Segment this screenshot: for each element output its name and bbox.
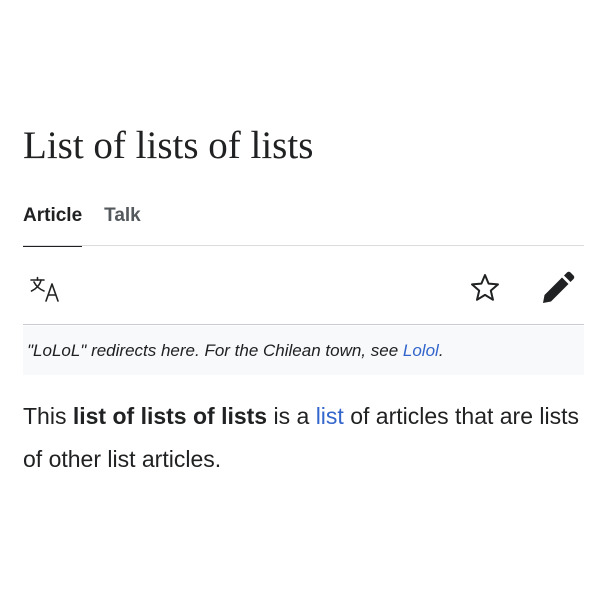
tab-article[interactable]: Article: [23, 202, 83, 247]
lead-text-1: This: [23, 403, 73, 429]
page-tabs: Article Talk: [23, 202, 141, 247]
lead-link-list[interactable]: list: [316, 403, 344, 429]
lead-paragraph: This list of lists of lists is a list of…: [23, 395, 588, 481]
translate-icon[interactable]: [30, 276, 66, 302]
hatnote: "LoLoL" redirects here. For the Chilean …: [23, 326, 584, 375]
star-icon[interactable]: [469, 272, 501, 304]
page-title: List of lists of lists: [23, 124, 314, 167]
hatnote-link-lolol[interactable]: Lolol: [403, 341, 439, 360]
lead-bold-title: list of lists of lists: [72, 403, 268, 429]
tabs-divider: [23, 245, 584, 246]
lead-text-2: is a: [267, 403, 316, 429]
toolbar-divider: [23, 324, 584, 325]
hatnote-suffix: .: [438, 341, 444, 360]
pencil-icon[interactable]: [540, 270, 576, 306]
hatnote-text: "LoLoL" redirects here. For the Chilean …: [27, 340, 444, 362]
tab-talk[interactable]: Talk: [104, 202, 141, 246]
hatnote-prefix: "LoLoL" redirects here. For the Chilean …: [27, 341, 403, 360]
